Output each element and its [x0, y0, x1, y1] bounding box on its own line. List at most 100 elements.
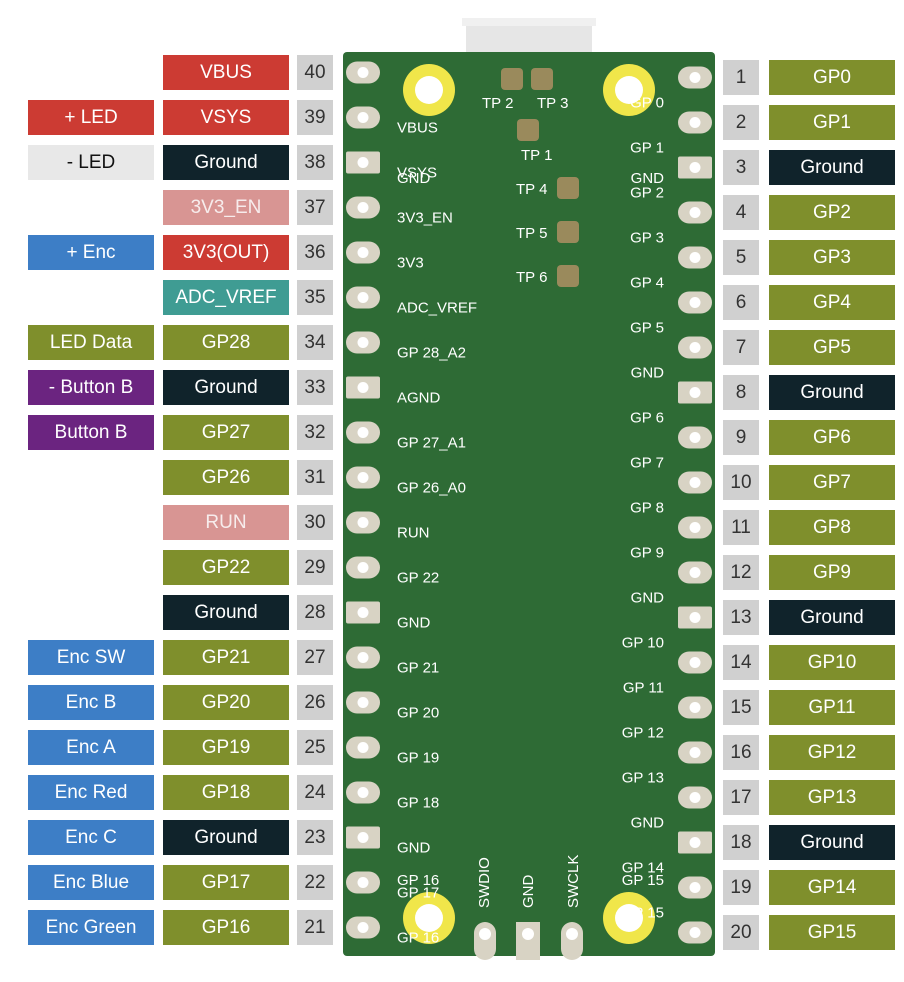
silk-pin-24: GP 18	[397, 795, 439, 812]
tp3-label: TP 3	[537, 95, 568, 112]
pin-number-21: 21	[297, 910, 333, 945]
pin-label-38: Ground	[163, 145, 289, 180]
tp1-label: TP 1	[521, 147, 552, 164]
pin-label-15: GP11	[769, 690, 895, 725]
pad-pin-3	[678, 156, 712, 179]
silk-pin-19: GP 14	[622, 860, 664, 877]
silk-pin-37: 3V3_EN	[397, 210, 453, 227]
pin-label-34: GP28	[163, 325, 289, 360]
silk-pin-36: 3V3	[397, 255, 424, 272]
pin-number-8: 8	[723, 375, 759, 410]
pin-number-19: 19	[723, 870, 759, 905]
pin-number-35: 35	[297, 280, 333, 315]
pin-number-7: 7	[723, 330, 759, 365]
tp5-pad	[557, 221, 579, 243]
debug-label-gnd: GND	[520, 875, 537, 909]
pad-pin-32	[346, 421, 380, 444]
silk-pin-35: ADC_VREF	[397, 300, 477, 317]
pin-label-8: Ground	[769, 375, 895, 410]
pad-pin-13	[678, 606, 712, 629]
pad-pin-22	[346, 871, 380, 894]
pin-number-27: 27	[297, 640, 333, 675]
pad-pin-18	[678, 831, 712, 854]
tp5-label: TP 5	[516, 225, 547, 242]
tp6-label: TP 6	[516, 269, 547, 286]
pin-number-16: 16	[723, 735, 759, 770]
connection-label-pin-34: LED Data	[28, 325, 154, 360]
pin-label-11: GP8	[769, 510, 895, 545]
pad-pin-6	[678, 291, 712, 314]
silk-pin-9: GP 6	[630, 410, 664, 427]
pin-label-10: GP7	[769, 465, 895, 500]
silk-pin-28: GND	[397, 615, 431, 632]
pad-pin-15	[678, 696, 712, 719]
pad-pin-38	[346, 151, 380, 174]
pin-label-33: Ground	[163, 370, 289, 405]
pin-number-40: 40	[297, 55, 333, 90]
pin-label-28: Ground	[163, 595, 289, 630]
pad-pin-20	[678, 921, 712, 944]
pin-label-27: GP21	[163, 640, 289, 675]
silk-pin-18: GND	[631, 815, 665, 832]
connection-label-pin-32: Button B	[28, 415, 154, 450]
silk-pin-4: GP 2	[630, 185, 664, 202]
silk-pin-7: GP 5	[630, 320, 664, 337]
pad-pin-11	[678, 516, 712, 539]
silk-pin-25: GP 19	[397, 750, 439, 767]
silk-pin-5: GP 3	[630, 230, 664, 247]
pin-number-2: 2	[723, 105, 759, 140]
pad-pin-28	[346, 601, 380, 624]
debug-label-swdio: SWDIO	[476, 857, 493, 908]
pin-label-23: Ground	[163, 820, 289, 855]
pad-pin-1	[678, 66, 712, 89]
pad-pin-19	[678, 876, 712, 899]
connection-label-pin-26: Enc B	[28, 685, 154, 720]
pin-number-15: 15	[723, 690, 759, 725]
silk-pin-38: VSYS	[397, 165, 437, 182]
pin-label-13: Ground	[769, 600, 895, 635]
pin-number-31: 31	[297, 460, 333, 495]
silk-pin-17: GP 13	[622, 770, 664, 787]
pin-number-24: 24	[297, 775, 333, 810]
silk-pin-30: RUN	[397, 525, 430, 542]
pad-pin-39	[346, 106, 380, 129]
debug-pad-swdio	[474, 922, 496, 960]
pin-number-26: 26	[297, 685, 333, 720]
pin-number-17: 17	[723, 780, 759, 815]
pin-label-32: GP27	[163, 415, 289, 450]
pin-number-11: 11	[723, 510, 759, 545]
pin-label-30: RUN	[163, 505, 289, 540]
pin-number-25: 25	[297, 730, 333, 765]
pad-pin-40	[346, 61, 380, 84]
pin-number-39: 39	[297, 100, 333, 135]
silk-pin-31: GP 26_A0	[397, 480, 466, 497]
pad-pin-26	[346, 691, 380, 714]
pad-pin-12	[678, 561, 712, 584]
silk-pin-2: GP 0	[630, 95, 664, 112]
pad-pin-36	[346, 241, 380, 264]
pin-label-19: GP14	[769, 870, 895, 905]
pin-label-24: GP18	[163, 775, 289, 810]
pin-label-25: GP19	[163, 730, 289, 765]
pad-pin-27	[346, 646, 380, 669]
pin-label-2: GP1	[769, 105, 895, 140]
pin-label-14: GP10	[769, 645, 895, 680]
connection-label-pin-36: + Enc	[28, 235, 154, 270]
pin-label-29: GP22	[163, 550, 289, 585]
pin-label-18: Ground	[769, 825, 895, 860]
pad-pin-30	[346, 511, 380, 534]
pin-label-6: GP4	[769, 285, 895, 320]
pin-number-36: 36	[297, 235, 333, 270]
pin-label-20: GP15	[769, 915, 895, 950]
pad-pin-37	[346, 196, 380, 219]
silk-pin-20: GP 15	[622, 905, 664, 922]
pad-pin-24	[346, 781, 380, 804]
tp6-pad	[557, 265, 579, 287]
connection-label-pin-39: + LED	[28, 100, 154, 135]
pad-pin-14	[678, 651, 712, 674]
pin-number-13: 13	[723, 600, 759, 635]
pin-number-18: 18	[723, 825, 759, 860]
pin-number-12: 12	[723, 555, 759, 590]
pad-pin-7	[678, 336, 712, 359]
pin-number-14: 14	[723, 645, 759, 680]
